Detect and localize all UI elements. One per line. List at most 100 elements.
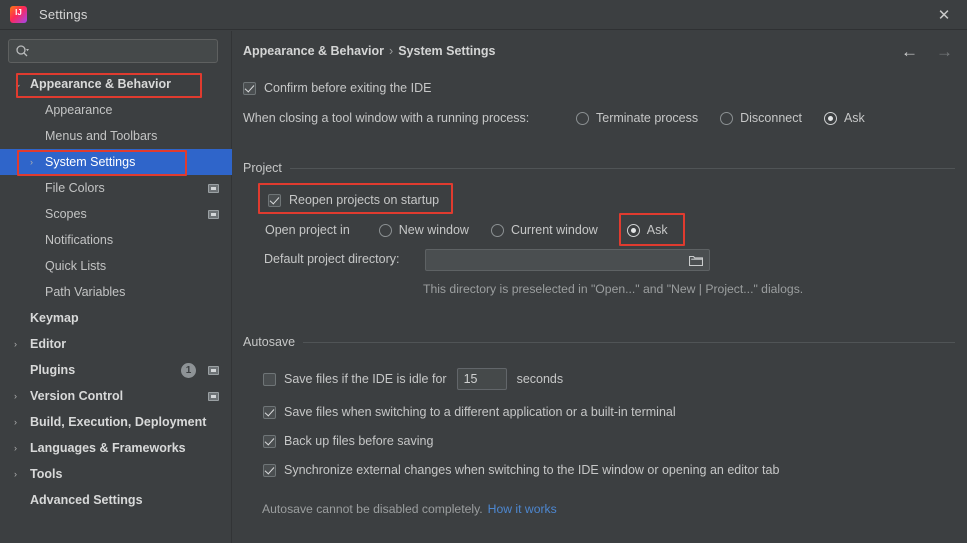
reopen-projects-row[interactable]: Reopen projects on startup: [268, 193, 439, 207]
sidebar-item-languages-frameworks[interactable]: › Languages & Frameworks: [0, 435, 232, 461]
sidebar-item-label: Tools: [30, 467, 63, 481]
autosave-idle-seconds-value: 15: [463, 372, 478, 386]
radio-ask-openproject-label: Ask: [646, 223, 668, 237]
sidebar-item-path-variables[interactable]: Path Variables: [0, 279, 232, 305]
sidebar-item-appearance[interactable]: Appearance: [0, 97, 232, 123]
reopen-projects-checkbox[interactable]: [268, 193, 281, 207]
sidebar-item-label: Appearance: [45, 103, 113, 117]
settings-modified-icon[interactable]: [208, 209, 219, 219]
autosave-sync-row[interactable]: Synchronize external changes when switch…: [263, 463, 779, 477]
chevron-right-icon[interactable]: ›: [14, 331, 17, 357]
search-icon: [15, 44, 29, 58]
autosave-sync-checkbox[interactable]: [263, 463, 276, 477]
autosave-idle-row[interactable]: Save files if the IDE is idle for 15 sec…: [263, 368, 563, 390]
sidebar-item-label: Appearance & Behavior: [30, 77, 172, 91]
chevron-down-icon[interactable]: ⌄: [14, 71, 22, 97]
sidebar-item-label: File Colors: [45, 181, 105, 195]
tool-window-close-label: When closing a tool window with a runnin…: [243, 111, 530, 125]
sidebar-item-quick-lists[interactable]: Quick Lists: [0, 253, 232, 279]
radio-ask-toolwindow[interactable]: [823, 111, 837, 125]
autosave-idle-seconds-input[interactable]: 15: [456, 368, 507, 390]
project-group-header: Project: [243, 161, 955, 175]
sidebar-item-menus-and-toolbars[interactable]: Menus and Toolbars: [0, 123, 232, 149]
sidebar-item-keymap[interactable]: Keymap: [0, 305, 232, 331]
radio-current-window-label: Current window: [510, 223, 598, 237]
radio-ask-openproject[interactable]: [626, 223, 640, 237]
autosave-backup-row[interactable]: Back up files before saving: [263, 434, 433, 448]
settings-modified-icon[interactable]: [208, 365, 219, 375]
autosave-idle-unit: seconds: [516, 372, 564, 386]
radio-terminate-process[interactable]: [576, 111, 589, 125]
radio-disconnect[interactable]: [720, 111, 734, 125]
sidebar-item-build-execution-deployment[interactable]: › Build, Execution, Deployment: [0, 409, 232, 435]
sidebar-item-tools[interactable]: › Tools: [0, 461, 232, 487]
chevron-right-icon[interactable]: ›: [30, 149, 33, 175]
sidebar-item-editor[interactable]: › Editor: [0, 331, 232, 357]
settings-sidebar: ⌄ Appearance & Behavior Appearance Menus an…: [0, 31, 232, 543]
sidebar-item-notifications[interactable]: Notifications: [0, 227, 232, 253]
sidebar-item-appearance-behavior[interactable]: ⌄ Appearance & Behavior: [0, 71, 232, 97]
radio-new-window-label: New window: [398, 223, 469, 237]
back-arrow-icon[interactable]: ←: [901, 43, 918, 60]
sidebar-item-label: Languages & Frameworks: [30, 441, 186, 455]
chevron-right-icon[interactable]: ›: [14, 461, 17, 487]
settings-modified-icon[interactable]: [208, 183, 219, 193]
autosave-idle-checkbox[interactable]: [263, 372, 276, 386]
sidebar-item-system-settings[interactable]: › System Settings: [0, 149, 232, 175]
settings-dialog: Settings ✕ ⌄Appearance & BehaviorAppeara…: [0, 0, 967, 543]
search-input[interactable]: [33, 44, 217, 58]
autosave-note-text: Autosave cannot be disabled completely.: [262, 502, 483, 516]
tool-window-close-options: Terminate process Disconnect Ask: [576, 111, 865, 125]
sidebar-item-scopes[interactable]: Scopes: [0, 201, 232, 227]
forward-arrow-icon[interactable]: →: [936, 43, 953, 60]
how-it-works-link[interactable]: How it works: [488, 502, 557, 516]
autosave-idle-label: Save files if the IDE is idle for: [284, 372, 447, 386]
sidebar-item-label: Keymap: [30, 311, 79, 325]
chevron-right-icon[interactable]: ›: [14, 383, 17, 409]
project-group-divider: [289, 167, 955, 169]
sidebar-item-label: Advanced Settings: [30, 493, 143, 507]
window-title: Settings: [39, 7, 88, 22]
sidebar-item-version-control[interactable]: › Version Control: [0, 383, 232, 409]
chevron-right-icon[interactable]: ›: [14, 435, 17, 461]
settings-modified-icon[interactable]: [208, 391, 219, 401]
radio-terminate-process-label: Terminate process: [596, 111, 699, 125]
autosave-backup-checkbox[interactable]: [263, 434, 276, 448]
sidebar-item-label: Build, Execution, Deployment: [30, 415, 207, 429]
sidebar-item-file-colors[interactable]: File Colors: [0, 175, 232, 201]
sidebar-item-plugins[interactable]: Plugins 1: [0, 357, 232, 383]
breadcrumb-parent[interactable]: Appearance & Behavior: [243, 44, 384, 58]
sidebar-item-label: Path Variables: [45, 285, 126, 299]
sidebar-item-label: Quick Lists: [45, 259, 107, 273]
chevron-right-icon[interactable]: ›: [14, 409, 17, 435]
autosave-on-switch-checkbox[interactable]: [263, 405, 276, 419]
confirm-exit-row[interactable]: Confirm before exiting the IDE: [243, 81, 431, 95]
sidebar-item-label: Scopes: [45, 207, 87, 221]
sidebar-item-label: Version Control: [30, 389, 124, 403]
sidebar-item-label: System Settings: [45, 155, 136, 169]
autosave-sync-label: Synchronize external changes when switch…: [284, 463, 780, 477]
radio-disconnect-label: Disconnect: [740, 111, 802, 125]
sidebar-item-label: Notifications: [45, 233, 114, 247]
autosave-group-title: Autosave: [243, 335, 296, 349]
autosave-on-switch-row[interactable]: Save files when switching to a different…: [263, 405, 676, 419]
sidebar-item-advanced-settings[interactable]: Advanced Settings: [0, 487, 232, 513]
folder-icon[interactable]: [689, 254, 703, 266]
default-project-directory-row: Default project directory:: [264, 252, 399, 266]
search-box[interactable]: [8, 39, 218, 63]
radio-new-window[interactable]: [378, 223, 392, 237]
close-icon[interactable]: ✕: [921, 0, 967, 30]
sidebar-item-label: Menus and Toolbars: [45, 129, 158, 143]
autosave-on-switch-label: Save files when switching to a different…: [284, 405, 676, 419]
default-directory-hint-text: This directory is preselected in "Open..…: [423, 282, 804, 296]
confirm-exit-checkbox[interactable]: [243, 81, 256, 95]
tool-window-close-row: When closing a tool window with a runnin…: [243, 111, 529, 125]
breadcrumb: Appearance & Behavior › System Settings: [243, 44, 495, 58]
default-directory-hint: This directory is preselected in "Open..…: [423, 282, 803, 296]
open-project-in-row: Open project in New window Current windo…: [265, 223, 668, 237]
default-project-directory-field[interactable]: [425, 249, 710, 271]
sidebar-item-label: Editor: [30, 337, 67, 351]
project-group-title: Project: [243, 161, 282, 175]
open-project-in-label: Open project in: [265, 223, 350, 237]
radio-current-window[interactable]: [490, 223, 504, 237]
